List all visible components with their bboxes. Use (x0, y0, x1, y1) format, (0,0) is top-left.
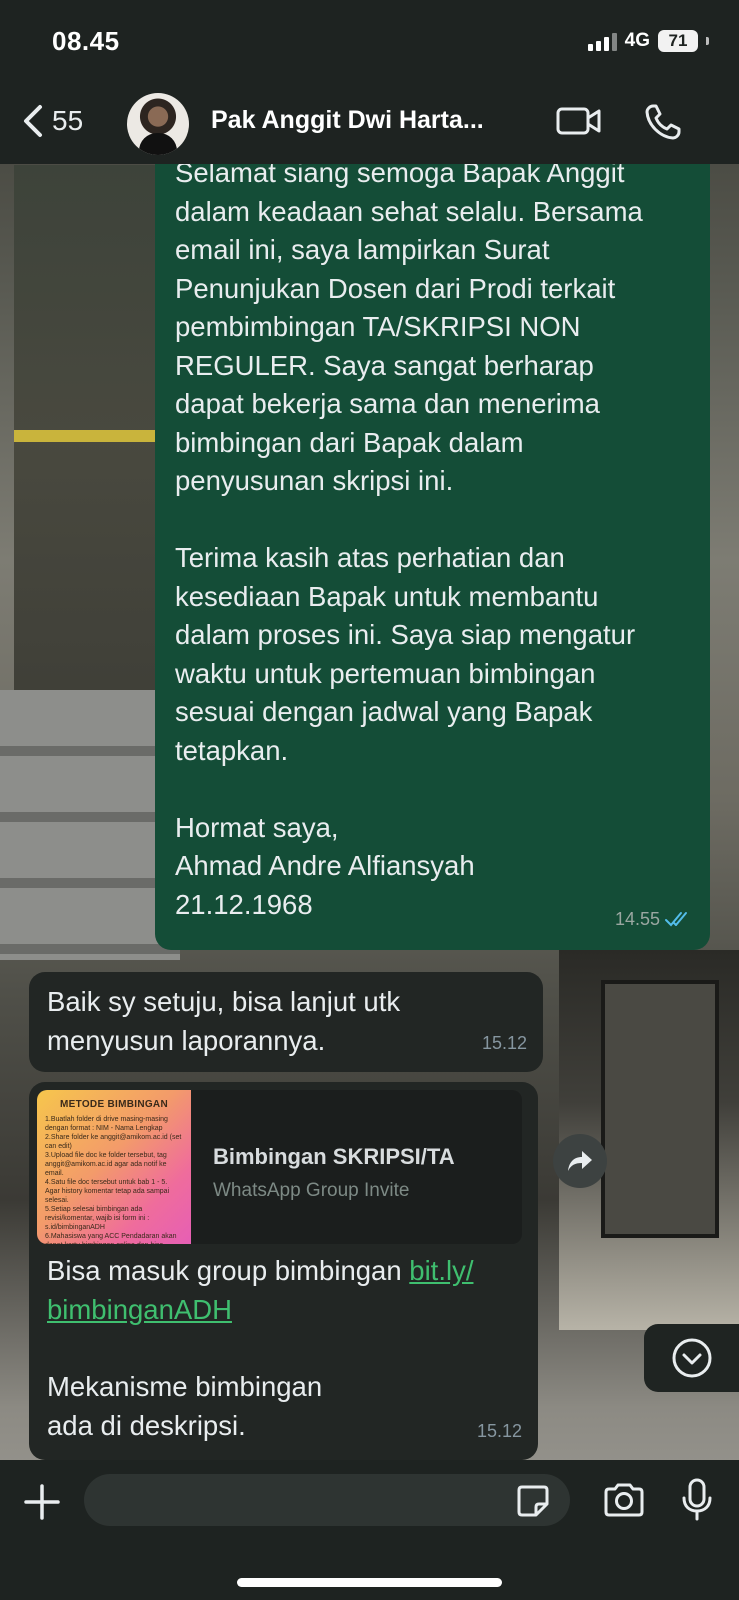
video-camera-icon (556, 107, 601, 135)
group-invite-title: Bimbingan SKRIPSI/TA (213, 1144, 455, 1169)
wallpaper-stairs (0, 690, 180, 960)
message-text-description: Mekanisme bimbingan ada di deskripsi. (47, 1371, 323, 1441)
plus-icon (24, 1484, 60, 1520)
camera-button[interactable] (602, 1482, 646, 1523)
double-check-icon (665, 911, 687, 927)
message-bubble-incoming-invite[interactable]: METODE BIMBINGAN 1.Buatlah folder di dri… (29, 1082, 538, 1460)
chat-header: 08.45 4G 71 55 Pak Anggit Dwi Harta... (0, 0, 739, 164)
group-invite-subtitle: WhatsApp Group Invite (213, 1180, 410, 1201)
wallpaper-door (601, 980, 719, 1238)
status-time: 08.45 (52, 26, 120, 56)
message-bubble-incoming[interactable]: Baik sy setuju, bisa lanjut utk menyusun… (29, 972, 543, 1072)
message-meta: 15.12 (482, 1024, 527, 1063)
sticker-icon (517, 1485, 549, 1517)
message-time: 15.12 (476, 1420, 522, 1441)
thumbnail-line: 2.Share folder ke anggit@amikom.ac.id (s… (45, 1134, 182, 1150)
battery-icon: 71 (658, 30, 698, 52)
network-type: 4G (624, 30, 650, 51)
video-call-button[interactable] (556, 106, 602, 141)
back-button[interactable]: 55 (22, 104, 83, 138)
group-invite-thumbnail: METODE BIMBINGAN 1.Buatlah folder di dri… (37, 1090, 191, 1244)
voice-message-button[interactable] (680, 1478, 714, 1527)
sticker-button[interactable] (516, 1484, 550, 1523)
chevron-left-icon (24, 105, 42, 137)
contact-name[interactable]: Pak Anggit Dwi Harta... (211, 106, 531, 135)
phone-icon (645, 104, 681, 140)
microphone-icon (682, 1478, 712, 1521)
group-invite-card[interactable]: METODE BIMBINGAN 1.Buatlah folder di dri… (37, 1090, 522, 1244)
voice-call-button[interactable] (644, 103, 682, 146)
attach-button[interactable] (24, 1484, 60, 1525)
contact-avatar[interactable] (127, 93, 189, 155)
message-meta: 15.12 (477, 1412, 522, 1451)
thumbnail-line: 5.Setiap selesai bimbingan ada revisi/ko… (45, 1206, 150, 1231)
message-text-intro: Bisa masuk group bimbingan (47, 1255, 410, 1286)
message-text: Selamat siang semoga Bapak Anggit dalam … (175, 157, 643, 920)
message-time: 15.12 (481, 1032, 527, 1053)
message-meta: 14.55 (615, 900, 694, 939)
message-time: 14.55 (614, 908, 660, 929)
group-link-part2: bimbinganADH (47, 1293, 232, 1325)
signal-icon (587, 31, 617, 51)
forward-button[interactable] (553, 1134, 607, 1188)
thumbnail-line: 4.Satu file doc tersebut untuk bab 1 - 5… (45, 1179, 170, 1204)
message-input[interactable] (84, 1474, 570, 1526)
battery-tip (706, 37, 709, 45)
thumbnail-line: 6.Mahasiswa yang ACC Pendadaran akan dap… (45, 1233, 177, 1244)
unread-count: 55 (52, 105, 84, 136)
scroll-to-bottom-button[interactable] (644, 1324, 739, 1392)
message-bubble-outgoing[interactable]: Selamat siang semoga Bapak Anggit dalam … (155, 140, 710, 950)
composer-bar (0, 1460, 739, 1600)
message-text: Baik sy setuju, bisa lanjut utk menyusun… (47, 986, 401, 1056)
camera-icon (604, 1483, 644, 1517)
forward-arrow-icon (568, 1151, 592, 1171)
group-link-part1: bit.ly/ (409, 1255, 474, 1286)
message-text: Bisa masuk group bimbingan bit.ly/bimbin… (47, 1252, 527, 1329)
status-indicators: 4G 71 (587, 30, 709, 52)
wallpaper-stripe (14, 430, 164, 442)
home-indicator (237, 1578, 502, 1587)
thumbnail-line: 1.Buatlah folder di drive masing-masing … (45, 1116, 168, 1132)
chevron-down-circle-icon (672, 1338, 711, 1378)
thumbnail-title: METODE BIMBINGAN (60, 1099, 168, 1110)
thumbnail-line: 3.Upload file doc ke folder tersebut, ta… (45, 1152, 167, 1177)
